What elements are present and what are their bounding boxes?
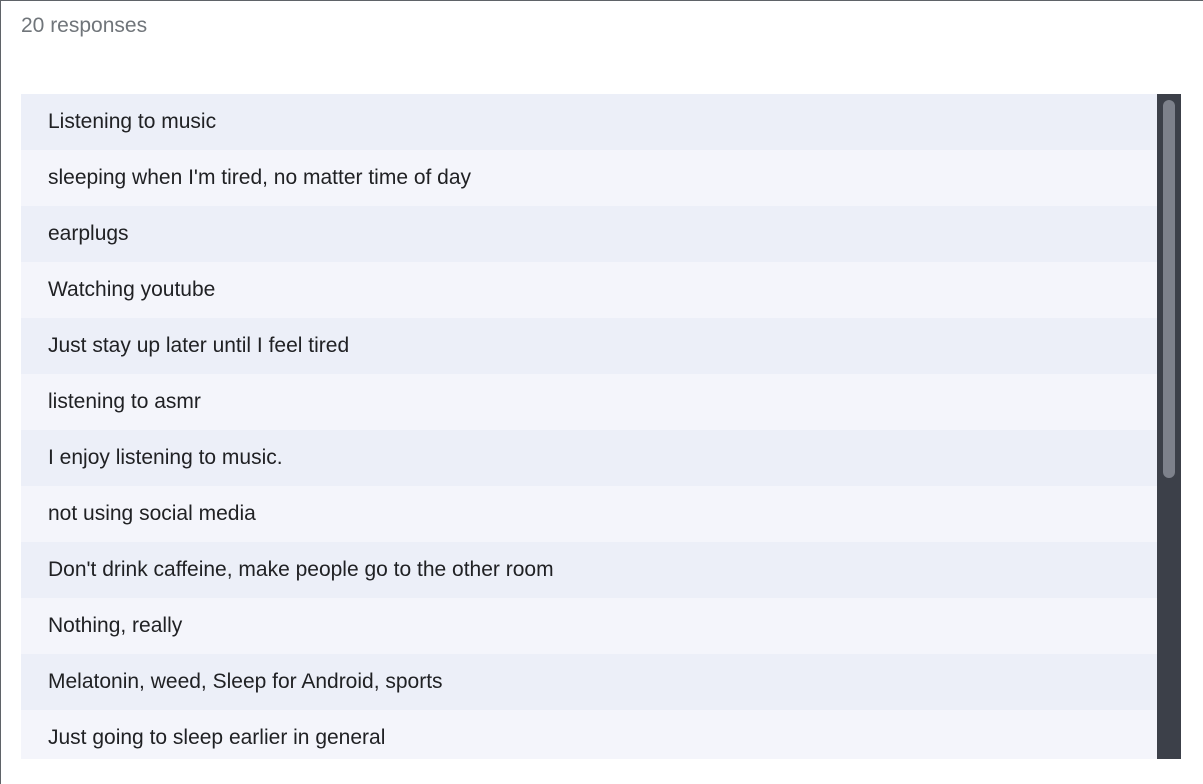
response-text: not using social media [48,502,256,525]
response-item: Watching youtube [21,262,1157,318]
response-item: not using social media [21,486,1157,542]
response-item: Melatonin, weed, Sleep for Android, spor… [21,654,1157,710]
response-item: earplugs [21,206,1157,262]
response-text: Don't drink caffeine, make people go to … [48,558,554,581]
response-item: Nothing, really [21,598,1157,654]
response-text: Listening to music [48,110,217,133]
response-text: Melatonin, weed, Sleep for Android, spor… [48,670,443,693]
response-item: Just going to sleep earlier in general [21,710,1157,759]
response-item: Listening to music [21,94,1157,150]
response-text: Just going to sleep earlier in general [48,726,386,749]
response-item: sleeping when I'm tired, no matter time … [21,150,1157,206]
response-item: I enjoy listening to music. [21,430,1157,486]
response-item: Just stay up later until I feel tired [21,318,1157,374]
response-text: Just stay up later until I feel tired [48,334,350,357]
response-count: 20 responses [21,14,148,37]
response-text: earplugs [48,222,129,245]
response-item: listening to asmr [21,374,1157,430]
response-list-scrollbar[interactable] [1157,94,1181,759]
responses-panel: 20 responses Listening to music sleeping… [0,0,1203,784]
response-text: I enjoy listening to music. [48,446,283,469]
response-text: sleeping when I'm tired, no matter time … [48,166,472,189]
response-text: Watching youtube [48,278,216,301]
response-item: Don't drink caffeine, make people go to … [21,542,1157,598]
scrollbar-thumb[interactable] [1163,100,1175,478]
response-text: Nothing, really [48,614,183,637]
response-list[interactable]: Listening to music sleeping when I'm tir… [21,94,1157,759]
response-text: listening to asmr [48,390,201,413]
